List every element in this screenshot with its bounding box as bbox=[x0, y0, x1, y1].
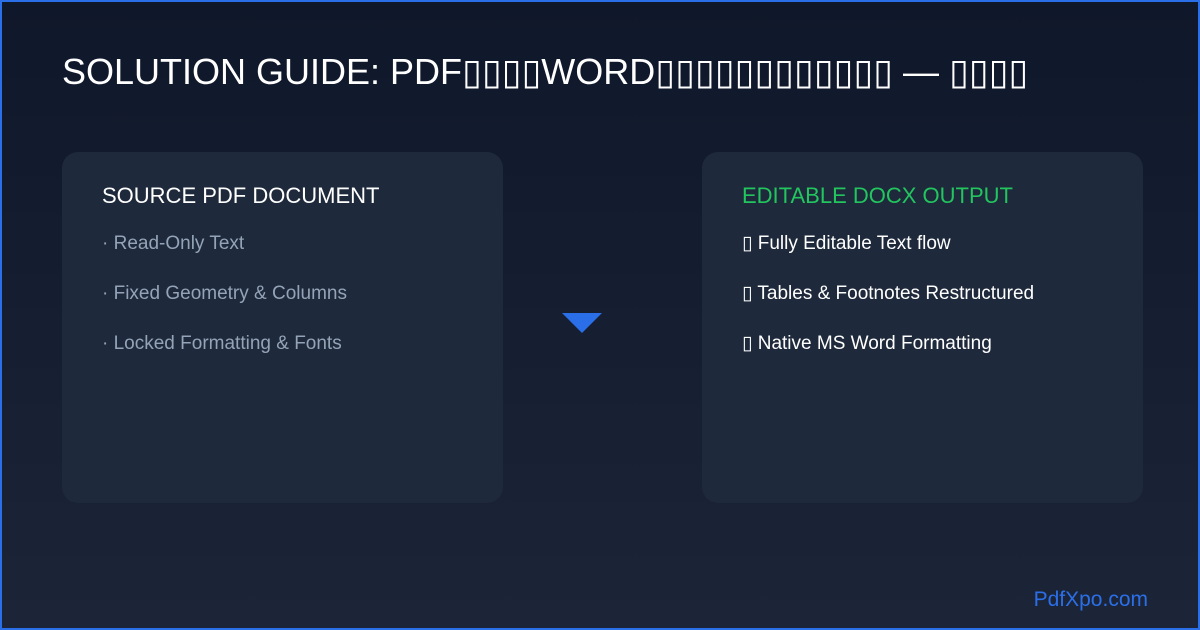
output-feature-item: ▯ Fully Editable Text flow bbox=[742, 233, 951, 254]
banner: SOLUTION GUIDE: PDF▯▯▯▯WORD▯▯▯▯▯▯▯▯▯▯▯▯ … bbox=[0, 0, 1200, 630]
output-card-heading: EDITABLE DOCX OUTPUT bbox=[742, 183, 1013, 208]
output-feature-list: ▯ Fully Editable Text flow ▯ Tables & Fo… bbox=[742, 232, 1103, 356]
source-feature-item: · Locked Formatting & Fonts bbox=[102, 333, 342, 354]
site-link[interactable]: PdfXpo.com bbox=[1034, 587, 1148, 613]
source-feature-item: · Fixed Geometry & Columns bbox=[102, 283, 347, 304]
down-arrow-icon bbox=[562, 313, 602, 333]
docx-output-card: EDITABLE DOCX OUTPUT ▯ Fully Editable Te… bbox=[702, 152, 1143, 503]
output-feature-item: ▯ Native MS Word Formatting bbox=[742, 333, 992, 354]
source-feature-list: · Read-Only Text · Fixed Geometry & Colu… bbox=[102, 232, 463, 356]
source-card-heading: SOURCE PDF DOCUMENT bbox=[102, 183, 380, 208]
source-pdf-card: SOURCE PDF DOCUMENT · Read-Only Text · F… bbox=[62, 152, 503, 503]
source-feature-item: · Read-Only Text bbox=[102, 233, 245, 254]
page-title: SOLUTION GUIDE: PDF▯▯▯▯WORD▯▯▯▯▯▯▯▯▯▯▯▯ … bbox=[62, 51, 1029, 92]
output-feature-item: ▯ Tables & Footnotes Restructured bbox=[742, 283, 1035, 304]
